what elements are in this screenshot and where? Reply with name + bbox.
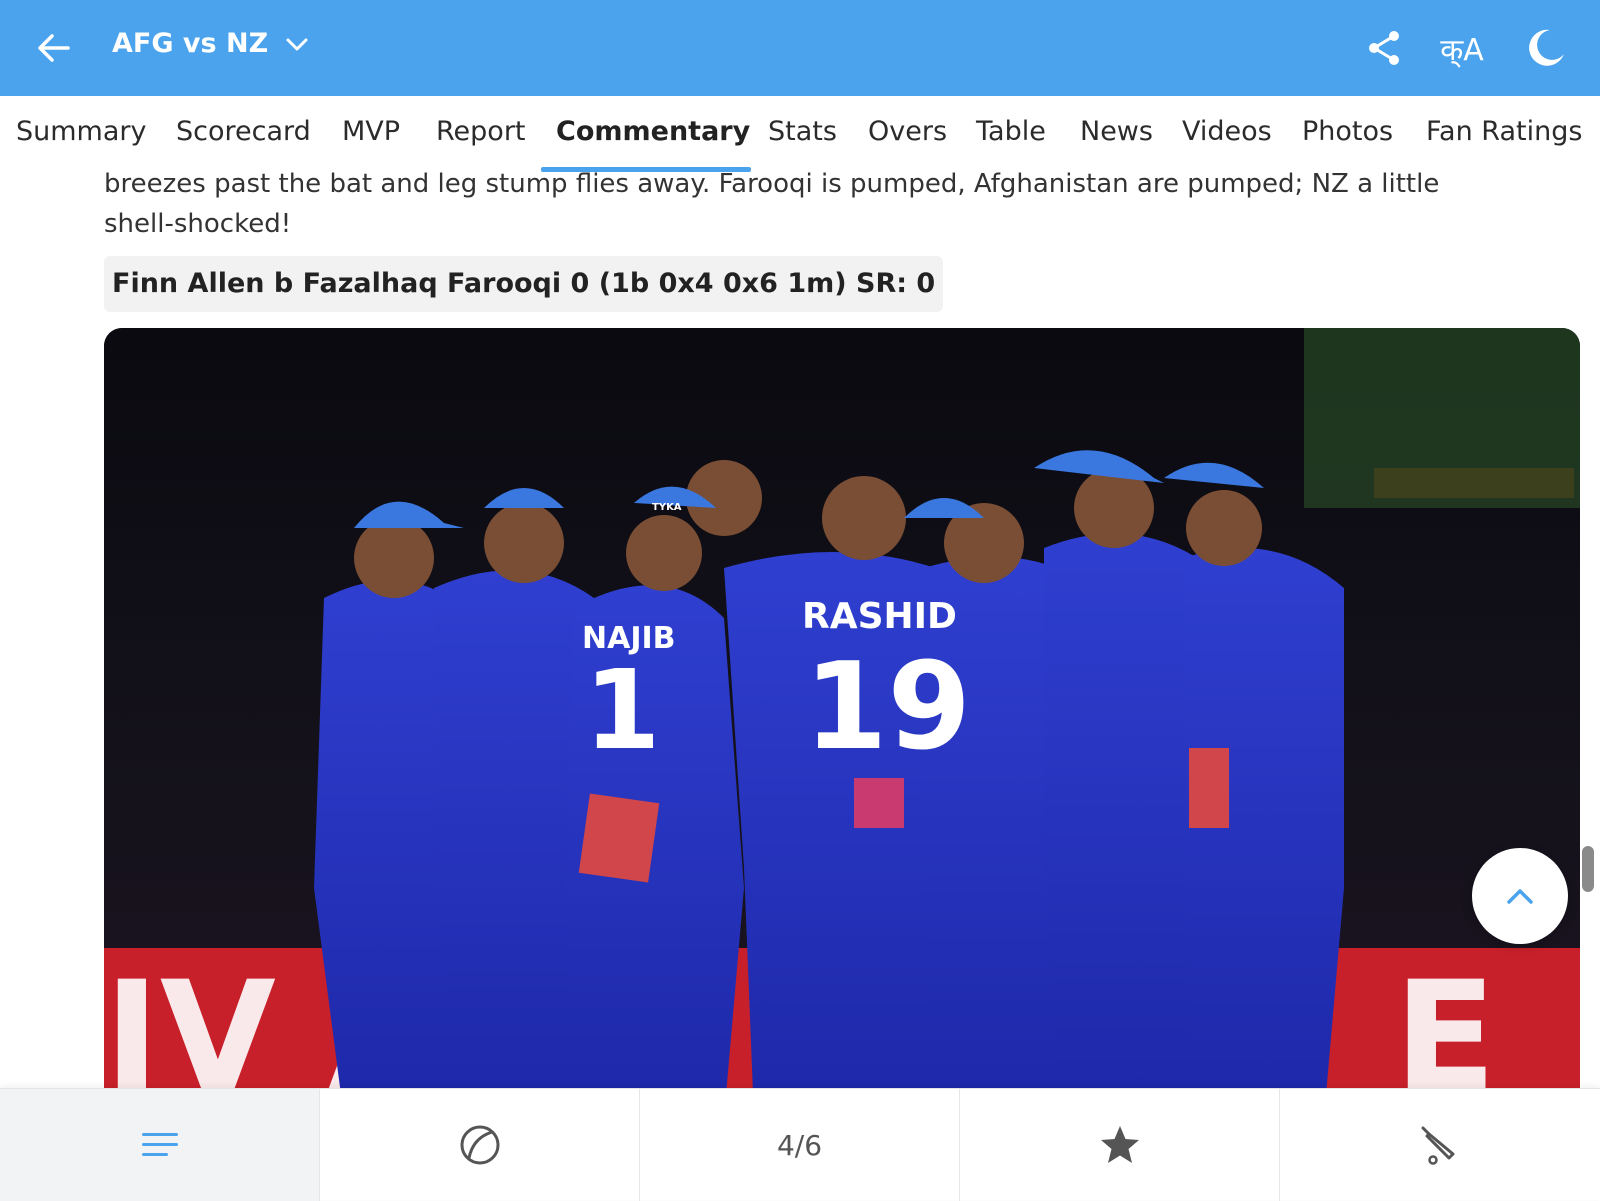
tab-summary[interactable]: Summary bbox=[16, 116, 146, 147]
moon-icon bbox=[1529, 29, 1564, 66]
tab-stats[interactable]: Stats bbox=[768, 116, 837, 147]
dismissal-summary: Finn Allen b Fazalhaq Farooqi 0 (1b 0x4 … bbox=[104, 256, 944, 312]
page-indicator: 4/6 bbox=[776, 1128, 823, 1162]
match-selector[interactable]: AFG vs NZ bbox=[112, 28, 310, 59]
commentary-photo[interactable]: IV A E TYKA NAJIB 1 RASHID 19 bbox=[104, 328, 1580, 1088]
tab-bar: Summary Scorecard MVP Report Commentary … bbox=[0, 96, 1600, 172]
bat-icon bbox=[1421, 1126, 1455, 1165]
top-app-bar: AFG vs NZ क्A bbox=[0, 0, 1600, 96]
tab-table[interactable]: Table bbox=[976, 116, 1046, 147]
svg-text:E: E bbox=[1394, 950, 1496, 1088]
language-icon: क्A bbox=[1440, 32, 1484, 68]
tab-report[interactable]: Report bbox=[436, 116, 526, 147]
jersey-number-1: 1 bbox=[584, 646, 661, 774]
bottom-navigation: 4/6 bbox=[0, 1088, 1600, 1201]
tab-overs[interactable]: Overs bbox=[868, 116, 947, 147]
highlights-button[interactable] bbox=[960, 1089, 1280, 1201]
tab-fan-ratings[interactable]: Fan Ratings bbox=[1426, 116, 1582, 147]
commentary-text: breezes past the bat and leg stump flies… bbox=[104, 172, 1440, 239]
ball-icon bbox=[460, 1125, 499, 1165]
share-button[interactable] bbox=[1360, 24, 1408, 72]
scroll-to-top-button[interactable] bbox=[1472, 848, 1568, 944]
share-icon bbox=[1369, 31, 1399, 65]
tab-photos[interactable]: Photos bbox=[1302, 116, 1393, 147]
chevron-up-icon bbox=[1507, 889, 1533, 904]
back-button[interactable] bbox=[32, 26, 76, 70]
batting-button[interactable] bbox=[1280, 1089, 1600, 1201]
chevron-down-icon bbox=[284, 35, 310, 53]
tab-scorecard[interactable]: Scorecard bbox=[176, 116, 311, 147]
cap-text: TYKA bbox=[652, 502, 682, 513]
tab-news[interactable]: News bbox=[1080, 116, 1153, 147]
tab-videos[interactable]: Videos bbox=[1182, 116, 1272, 147]
commentary-feed[interactable]: breezes past the bat and leg stump flies… bbox=[0, 172, 1600, 1088]
tab-mvp[interactable]: MVP bbox=[342, 116, 400, 147]
jersey-name-rashid: RASHID bbox=[802, 596, 957, 637]
ball-by-ball-button[interactable] bbox=[320, 1089, 640, 1201]
team-celebration-image: IV A E TYKA NAJIB 1 RASHID 19 bbox=[104, 328, 1580, 1088]
language-button[interactable]: क्A bbox=[1438, 24, 1486, 72]
page-indicator-button[interactable]: 4/6 bbox=[640, 1089, 960, 1201]
match-title: AFG vs NZ bbox=[112, 28, 269, 59]
menu-button[interactable] bbox=[0, 1089, 320, 1201]
menu-icon bbox=[141, 1133, 178, 1156]
dark-mode-toggle[interactable] bbox=[1520, 24, 1568, 72]
star-icon bbox=[1100, 1126, 1139, 1163]
jersey-number-19: 19 bbox=[804, 638, 971, 777]
back-arrow-icon bbox=[38, 34, 70, 62]
tab-commentary[interactable]: Commentary bbox=[556, 116, 750, 147]
scrollbar-thumb[interactable] bbox=[1582, 846, 1594, 892]
